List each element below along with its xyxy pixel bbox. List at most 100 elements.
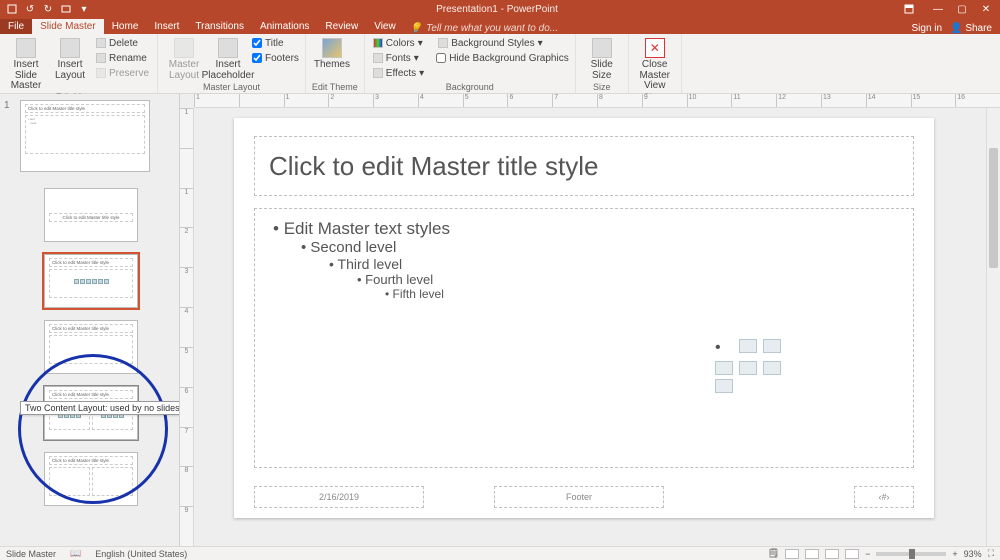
thumb-layout-3[interactable]: Click to edit Master title style bbox=[44, 320, 138, 374]
rename-icon bbox=[96, 53, 106, 63]
vertical-scrollbar[interactable] bbox=[986, 108, 1000, 546]
ribbon-options-icon[interactable] bbox=[904, 4, 924, 15]
group-label-size: Size bbox=[582, 82, 622, 93]
themes-icon bbox=[322, 38, 342, 58]
insert-slide-master-label: Insert Slide Master bbox=[6, 60, 46, 92]
insert-picture-icon[interactable] bbox=[739, 361, 757, 375]
preserve-button[interactable]: Preserve bbox=[94, 66, 151, 80]
save-icon[interactable] bbox=[6, 3, 18, 15]
title-placeholder[interactable]: Click to edit Master title style bbox=[254, 136, 914, 196]
footer-placeholder[interactable]: Footer bbox=[494, 486, 664, 508]
qat-customize-icon[interactable]: ▾ bbox=[78, 3, 90, 15]
insert-video-icon[interactable] bbox=[715, 379, 733, 393]
rename-button[interactable]: Rename bbox=[94, 51, 151, 65]
group-label-master-layout: Master Layout bbox=[164, 82, 299, 93]
preserve-icon bbox=[96, 68, 106, 78]
thumb-layout-5[interactable]: Click to edit Master title style bbox=[44, 452, 138, 506]
minimize-button[interactable]: — bbox=[928, 4, 948, 15]
titlebar: ↺ ↻ ▾ Presentation1 - PowerPoint — ▢ ✕ bbox=[0, 0, 1000, 18]
date-placeholder[interactable]: 2/16/2019 bbox=[254, 486, 424, 508]
tab-slide-master[interactable]: Slide Master bbox=[32, 19, 104, 34]
redo-icon[interactable]: ↻ bbox=[42, 3, 54, 15]
body-placeholder[interactable]: Edit Master text styles Second level Thi… bbox=[254, 208, 914, 468]
spellcheck-icon[interactable]: 📖 bbox=[70, 548, 81, 559]
zoom-knob[interactable] bbox=[909, 549, 915, 559]
tell-me-text: Tell me what you want to do... bbox=[426, 23, 558, 34]
insert-table-icon[interactable] bbox=[739, 339, 757, 353]
themes-button[interactable]: Themes bbox=[312, 36, 352, 71]
start-slideshow-icon[interactable] bbox=[60, 3, 72, 15]
status-language[interactable]: English (United States) bbox=[95, 549, 187, 559]
bgstyles-button[interactable]: Background Styles ▾ bbox=[436, 36, 569, 50]
tab-file[interactable]: File bbox=[0, 19, 32, 34]
content-icon-palette[interactable] bbox=[715, 339, 783, 393]
tab-transitions[interactable]: Transitions bbox=[187, 19, 252, 34]
tab-insert[interactable]: Insert bbox=[146, 19, 187, 34]
footers-checkbox[interactable]: Footers bbox=[252, 51, 299, 65]
window-title: Presentation1 - PowerPoint bbox=[90, 4, 904, 15]
slide-canvas[interactable]: Click to edit Master title style Edit Ma… bbox=[194, 108, 1000, 546]
sorter-view-button[interactable] bbox=[805, 549, 819, 559]
fit-to-window-button[interactable]: ⛶ bbox=[988, 548, 994, 559]
normal-view-button[interactable] bbox=[785, 549, 799, 559]
undo-icon[interactable]: ↺ bbox=[24, 3, 36, 15]
colors-button[interactable]: Colors ▾ bbox=[371, 36, 426, 50]
insert-slide-master-button[interactable]: Insert Slide Master bbox=[6, 36, 46, 92]
share-button[interactable]: 👤 Share bbox=[950, 23, 992, 34]
thumb-layout-2[interactable]: Click to edit Master title style bbox=[44, 254, 138, 308]
reading-view-button[interactable] bbox=[825, 549, 839, 559]
thumbnail-panel[interactable]: 1 Click to edit Master title style • tex… bbox=[0, 94, 180, 546]
thumb-master[interactable]: Click to edit Master title style • text … bbox=[20, 100, 150, 172]
insert-layout-button[interactable]: Insert Layout bbox=[50, 36, 90, 81]
delete-button[interactable]: Delete bbox=[94, 36, 151, 50]
ruler-tick bbox=[239, 94, 284, 108]
ruler-horizontal[interactable]: 112345678910111213141516 bbox=[194, 94, 1000, 108]
zoom-level[interactable]: 93% bbox=[964, 549, 982, 559]
slide-size-button[interactable]: Slide Size bbox=[582, 36, 622, 81]
zoom-out-button[interactable]: − bbox=[865, 549, 870, 559]
insert-smartart-icon[interactable] bbox=[715, 361, 733, 375]
tab-review[interactable]: Review bbox=[317, 19, 366, 34]
scroll-thumb[interactable] bbox=[989, 148, 998, 268]
ruler-tick: 14 bbox=[866, 94, 911, 108]
signin-link[interactable]: Sign in bbox=[912, 23, 943, 34]
maximize-button[interactable]: ▢ bbox=[952, 4, 972, 15]
bgstyles-icon bbox=[438, 38, 448, 48]
slidenum-placeholder[interactable]: ‹#› bbox=[854, 486, 914, 508]
ruler-tick: 9 bbox=[642, 94, 687, 108]
title-placeholder-text: Click to edit Master title style bbox=[269, 151, 598, 182]
ruler-tick: 11 bbox=[731, 94, 776, 108]
group-close: ✕ Close Master View Close bbox=[629, 34, 682, 93]
tab-home[interactable]: Home bbox=[104, 19, 147, 34]
hidebg-checkbox[interactable]: Hide Background Graphics bbox=[436, 51, 569, 65]
tell-me[interactable]: 💡 Tell me what you want to do... bbox=[404, 23, 558, 34]
ribbon-tabs: File Slide Master Home Insert Transition… bbox=[0, 18, 1000, 34]
fonts-button[interactable]: Fonts ▾ bbox=[371, 51, 426, 65]
title-checkbox[interactable]: Title bbox=[252, 36, 299, 50]
tab-view[interactable]: View bbox=[366, 19, 404, 34]
group-edit-master: Insert Slide Master Insert Layout Delete… bbox=[0, 34, 158, 93]
ruler-tick: 2 bbox=[328, 94, 373, 108]
notes-button[interactable]: 🗒 bbox=[768, 548, 779, 559]
close-master-view-button[interactable]: ✕ Close Master View bbox=[635, 36, 675, 92]
group-edit-theme: Themes Edit Theme bbox=[306, 34, 365, 93]
insert-chart-icon[interactable] bbox=[763, 339, 781, 353]
insert-placeholder-button[interactable]: Insert Placeholder bbox=[208, 36, 248, 81]
effects-icon bbox=[373, 68, 383, 78]
close-button[interactable]: ✕ bbox=[976, 4, 996, 15]
ruler-tick: 5 bbox=[463, 94, 508, 108]
insert-placeholder-label: Insert Placeholder bbox=[202, 60, 255, 81]
effects-button[interactable]: Effects ▾ bbox=[371, 66, 426, 80]
body-level-2: Second level bbox=[301, 239, 895, 256]
zoom-slider[interactable] bbox=[876, 552, 946, 556]
ribbon: Insert Slide Master Insert Layout Delete… bbox=[0, 34, 1000, 94]
ruler-tick: 6 bbox=[180, 387, 193, 427]
tab-animations[interactable]: Animations bbox=[252, 19, 317, 34]
slide[interactable]: Click to edit Master title style Edit Ma… bbox=[234, 118, 934, 518]
group-label-edit-theme: Edit Theme bbox=[312, 82, 358, 93]
thumb-layout-1[interactable]: Click to edit Master title style bbox=[44, 188, 138, 242]
zoom-in-button[interactable]: + bbox=[952, 549, 957, 559]
slideshow-view-button[interactable] bbox=[845, 549, 859, 559]
insert-online-picture-icon[interactable] bbox=[763, 361, 781, 375]
ruler-vertical[interactable]: 1123456789 bbox=[180, 108, 194, 546]
